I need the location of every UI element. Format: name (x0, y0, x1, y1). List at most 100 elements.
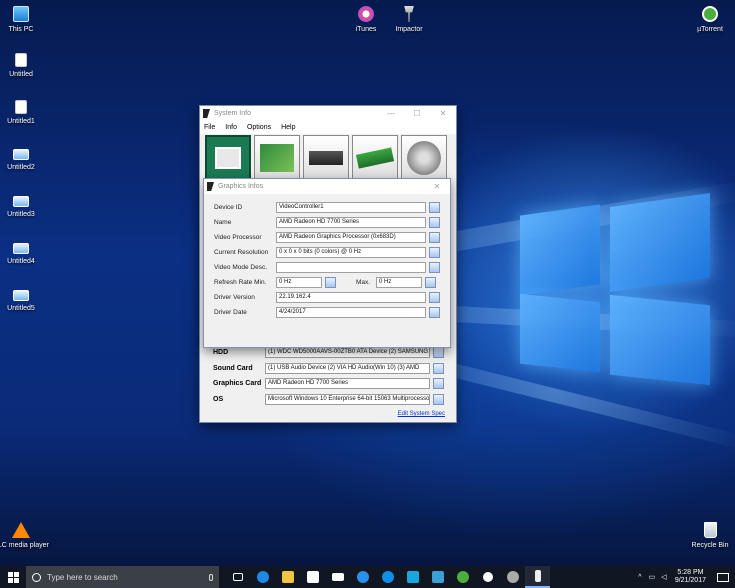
sound-card-value: (1) USB Audio Device (2) VIA HD Audio(Wi… (265, 362, 430, 374)
desktop-icon-impactor[interactable]: Impactor (379, 6, 439, 34)
spec-row-graphics-card: Graphics Card AMD Radeon HD 7700 Series (213, 376, 448, 392)
menu-options[interactable]: Options (247, 124, 271, 131)
app-icon (207, 182, 214, 191)
volume-icon[interactable]: ◁ (659, 573, 669, 581)
driver-version-copy-button[interactable] (429, 291, 440, 303)
desktop-icon-untitled1[interactable]: Untitled1 (0, 100, 51, 126)
spec-row-os: OS Microsoft Windows 10 Enterprise 64-bi… (213, 392, 448, 408)
desktop-icon-untitled2[interactable]: Untitled2 (0, 149, 51, 172)
snip-icon (506, 571, 519, 583)
refresh-min-copy-button[interactable] (325, 276, 336, 288)
graphics-infos-titlebar[interactable]: Graphics Infos ✕ (204, 179, 450, 194)
system-spec-list: HDD (1) WDC WD5000AAVS-00ZTB0 ATA Device… (213, 345, 448, 407)
menu-info[interactable]: Info (225, 124, 237, 131)
microphone-icon[interactable] (209, 573, 213, 581)
refresh-max-copy-button[interactable] (425, 276, 436, 288)
system-info-titlebar[interactable]: System Info — ☐ ✕ (200, 106, 456, 121)
window-title: System Info (214, 110, 251, 117)
driver-date-copy-button[interactable] (429, 306, 440, 318)
video-icon (13, 290, 29, 301)
graphics-card-button[interactable] (205, 135, 251, 181)
device-id-copy-button[interactable] (429, 201, 440, 213)
video-icon (13, 196, 29, 207)
store-icon (306, 571, 319, 583)
video-mode-copy-button[interactable] (429, 261, 440, 273)
menu-file[interactable]: File (204, 124, 215, 131)
hdd-value: (1) WDC WD5000AAVS-00ZTB0 ATA Device (2)… (265, 347, 430, 359)
app-icon (203, 109, 210, 118)
network-icon[interactable]: ▭ (647, 573, 657, 581)
taskbar-search-box[interactable]: Type here to search (26, 566, 219, 588)
hardware-toolbar (205, 135, 447, 181)
desktop-icon-untitled[interactable]: Untitled (0, 53, 51, 79)
field-refresh-rate: Refresh Rate Min. 0 Hz Max. 0 Hz (214, 276, 436, 288)
driver-date-value: 4/24/2017 (276, 306, 426, 318)
video-processor-copy-button[interactable] (429, 231, 440, 243)
settings-button[interactable] (475, 566, 500, 588)
close-icon[interactable]: ✕ (430, 109, 456, 118)
action-center-icon[interactable] (717, 572, 729, 582)
mail-icon (331, 573, 344, 581)
ie-button[interactable] (350, 566, 375, 588)
this-pc-icon (13, 6, 29, 22)
edit-system-spec-link[interactable]: Edit System Spec (398, 411, 445, 417)
graphics-card-value: AMD Radeon HD 7700 Series (265, 378, 430, 390)
device-id-value: VideoController1 (276, 201, 426, 213)
dialog-title: Graphics Infos (218, 183, 264, 190)
sysinfo-taskbar-button[interactable] (525, 566, 550, 588)
task-view-button[interactable] (225, 566, 250, 588)
field-video-mode: Video Mode Desc. (214, 261, 440, 273)
memory-button[interactable] (352, 135, 398, 181)
desktop-icon-recycle-bin[interactable]: Recycle Bin (680, 522, 735, 550)
clock[interactable]: 5:28 PM 9/21/2017 (670, 569, 711, 585)
teamviewer-button[interactable] (375, 566, 400, 588)
taskbar: Type here to search ^ ▭ ◁ 5:28 PM 9/21/2… (0, 566, 735, 588)
minimize-icon[interactable]: — (378, 109, 404, 118)
chevron-up-icon[interactable]: ^ (635, 574, 645, 581)
remote-icon (431, 571, 444, 583)
graphics-card-icon (215, 147, 241, 169)
menu-help[interactable]: Help (281, 124, 295, 131)
desktop-icon-untitled3[interactable]: Untitled3 (0, 196, 51, 219)
task-view-icon (232, 573, 243, 581)
field-video-processor: Video Processor AMD Radeon Graphics Proc… (214, 231, 440, 243)
os-value: Microsoft Windows 10 Enterprise 64-bit 1… (265, 393, 430, 405)
document-icon (15, 100, 27, 114)
pinned-apps (225, 566, 550, 588)
hdd-details-button[interactable] (433, 347, 444, 359)
hdd-button[interactable] (401, 135, 447, 181)
search-placeholder: Type here to search (47, 572, 118, 582)
clock-date: 9/21/2017 (674, 577, 706, 584)
name-copy-button[interactable] (429, 216, 440, 228)
desktop-icon-this-pc[interactable]: This PC (0, 6, 51, 34)
field-driver-version: Driver Version 22.19.162.4 (214, 291, 440, 303)
maximize-icon[interactable]: ☐ (404, 109, 430, 118)
store-button[interactable] (300, 566, 325, 588)
menu-bar: File Info Options Help (200, 121, 456, 134)
sound-card-details-button[interactable] (433, 362, 444, 374)
motherboard-button[interactable] (254, 135, 300, 181)
app-button[interactable] (400, 566, 425, 588)
snip-button[interactable] (500, 566, 525, 588)
file-explorer-button[interactable] (275, 566, 300, 588)
video-icon (13, 149, 29, 160)
mail-button[interactable] (325, 566, 350, 588)
itunes-icon (358, 6, 374, 22)
desktop-icon-untitled4[interactable]: Untitled4 (0, 243, 51, 266)
remote-button[interactable] (425, 566, 450, 588)
desktop-icon-untitled5[interactable]: Untitled5 (0, 290, 51, 313)
desktop-icon-vlc[interactable]: VLC media player (0, 522, 51, 550)
desktop-icon-utorrent[interactable]: µTorrent (680, 6, 735, 34)
graphics-card-details-button[interactable] (433, 378, 444, 390)
video-mode-value (276, 261, 426, 273)
teamviewer-icon (381, 571, 394, 583)
resolution-copy-button[interactable] (429, 246, 440, 258)
close-icon[interactable]: ✕ (424, 182, 450, 191)
utorrent-taskbar-button[interactable] (450, 566, 475, 588)
cpu-button[interactable] (303, 135, 349, 181)
document-icon (15, 53, 27, 67)
start-button[interactable] (0, 566, 26, 588)
edge-button[interactable] (250, 566, 275, 588)
resolution-value: 0 x 0 x 0 bits (0 colors) @ 0 Hz (276, 246, 426, 258)
os-details-button[interactable] (433, 393, 444, 405)
